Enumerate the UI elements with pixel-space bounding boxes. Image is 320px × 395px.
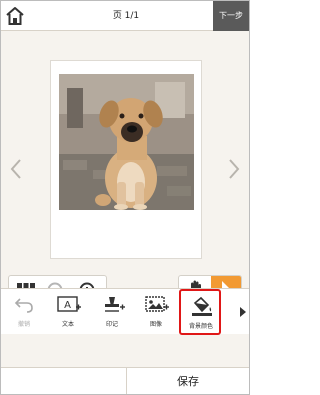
background-color-icon bbox=[192, 296, 212, 316]
photo-image bbox=[59, 74, 194, 210]
image-tool[interactable]: 图像 bbox=[136, 289, 176, 335]
stamp-tool[interactable]: 印记 bbox=[92, 289, 132, 335]
chevron-right-small-icon bbox=[240, 307, 246, 317]
next-page-button[interactable] bbox=[227, 157, 241, 181]
app-frame: 页 1/1 下一步 撤销 A 文本 印记 图像 背景颜色 保存 bbox=[0, 0, 250, 395]
chevron-right-icon bbox=[229, 159, 240, 179]
next-step-button[interactable]: 下一步 bbox=[213, 1, 249, 31]
home-button[interactable] bbox=[4, 5, 26, 27]
page-preview[interactable] bbox=[50, 60, 202, 259]
header-bar: 页 1/1 下一步 bbox=[1, 1, 249, 31]
text-label: 文本 bbox=[61, 321, 74, 328]
bottom-bar: 保存 bbox=[1, 367, 249, 394]
more-tools-button[interactable] bbox=[239, 304, 247, 318]
tool-strip: 撤销 A 文本 印记 图像 背景颜色 bbox=[1, 288, 249, 335]
undo-icon bbox=[14, 298, 33, 313]
undo-tool[interactable]: 撤销 bbox=[4, 289, 44, 335]
puppy-photo[interactable] bbox=[59, 74, 194, 210]
undo-label: 撤销 bbox=[17, 321, 30, 328]
bottom-left-area bbox=[1, 368, 127, 394]
text-icon: A bbox=[57, 296, 81, 312]
image-icon bbox=[145, 296, 169, 312]
image-label: 图像 bbox=[149, 321, 162, 328]
save-button[interactable]: 保存 bbox=[127, 368, 249, 394]
text-tool[interactable]: A 文本 bbox=[48, 289, 88, 335]
background-color-tool[interactable]: 背景颜色 bbox=[179, 289, 221, 335]
home-icon bbox=[6, 7, 24, 25]
background-color-label: 背景颜色 bbox=[188, 323, 213, 330]
chevron-left-icon bbox=[10, 159, 21, 179]
page-indicator: 页 1/1 bbox=[112, 11, 140, 21]
stamp-label: 印记 bbox=[105, 321, 118, 328]
stamp-icon bbox=[105, 297, 125, 312]
svg-text:A: A bbox=[64, 300, 71, 311]
previous-page-button[interactable] bbox=[9, 157, 23, 181]
